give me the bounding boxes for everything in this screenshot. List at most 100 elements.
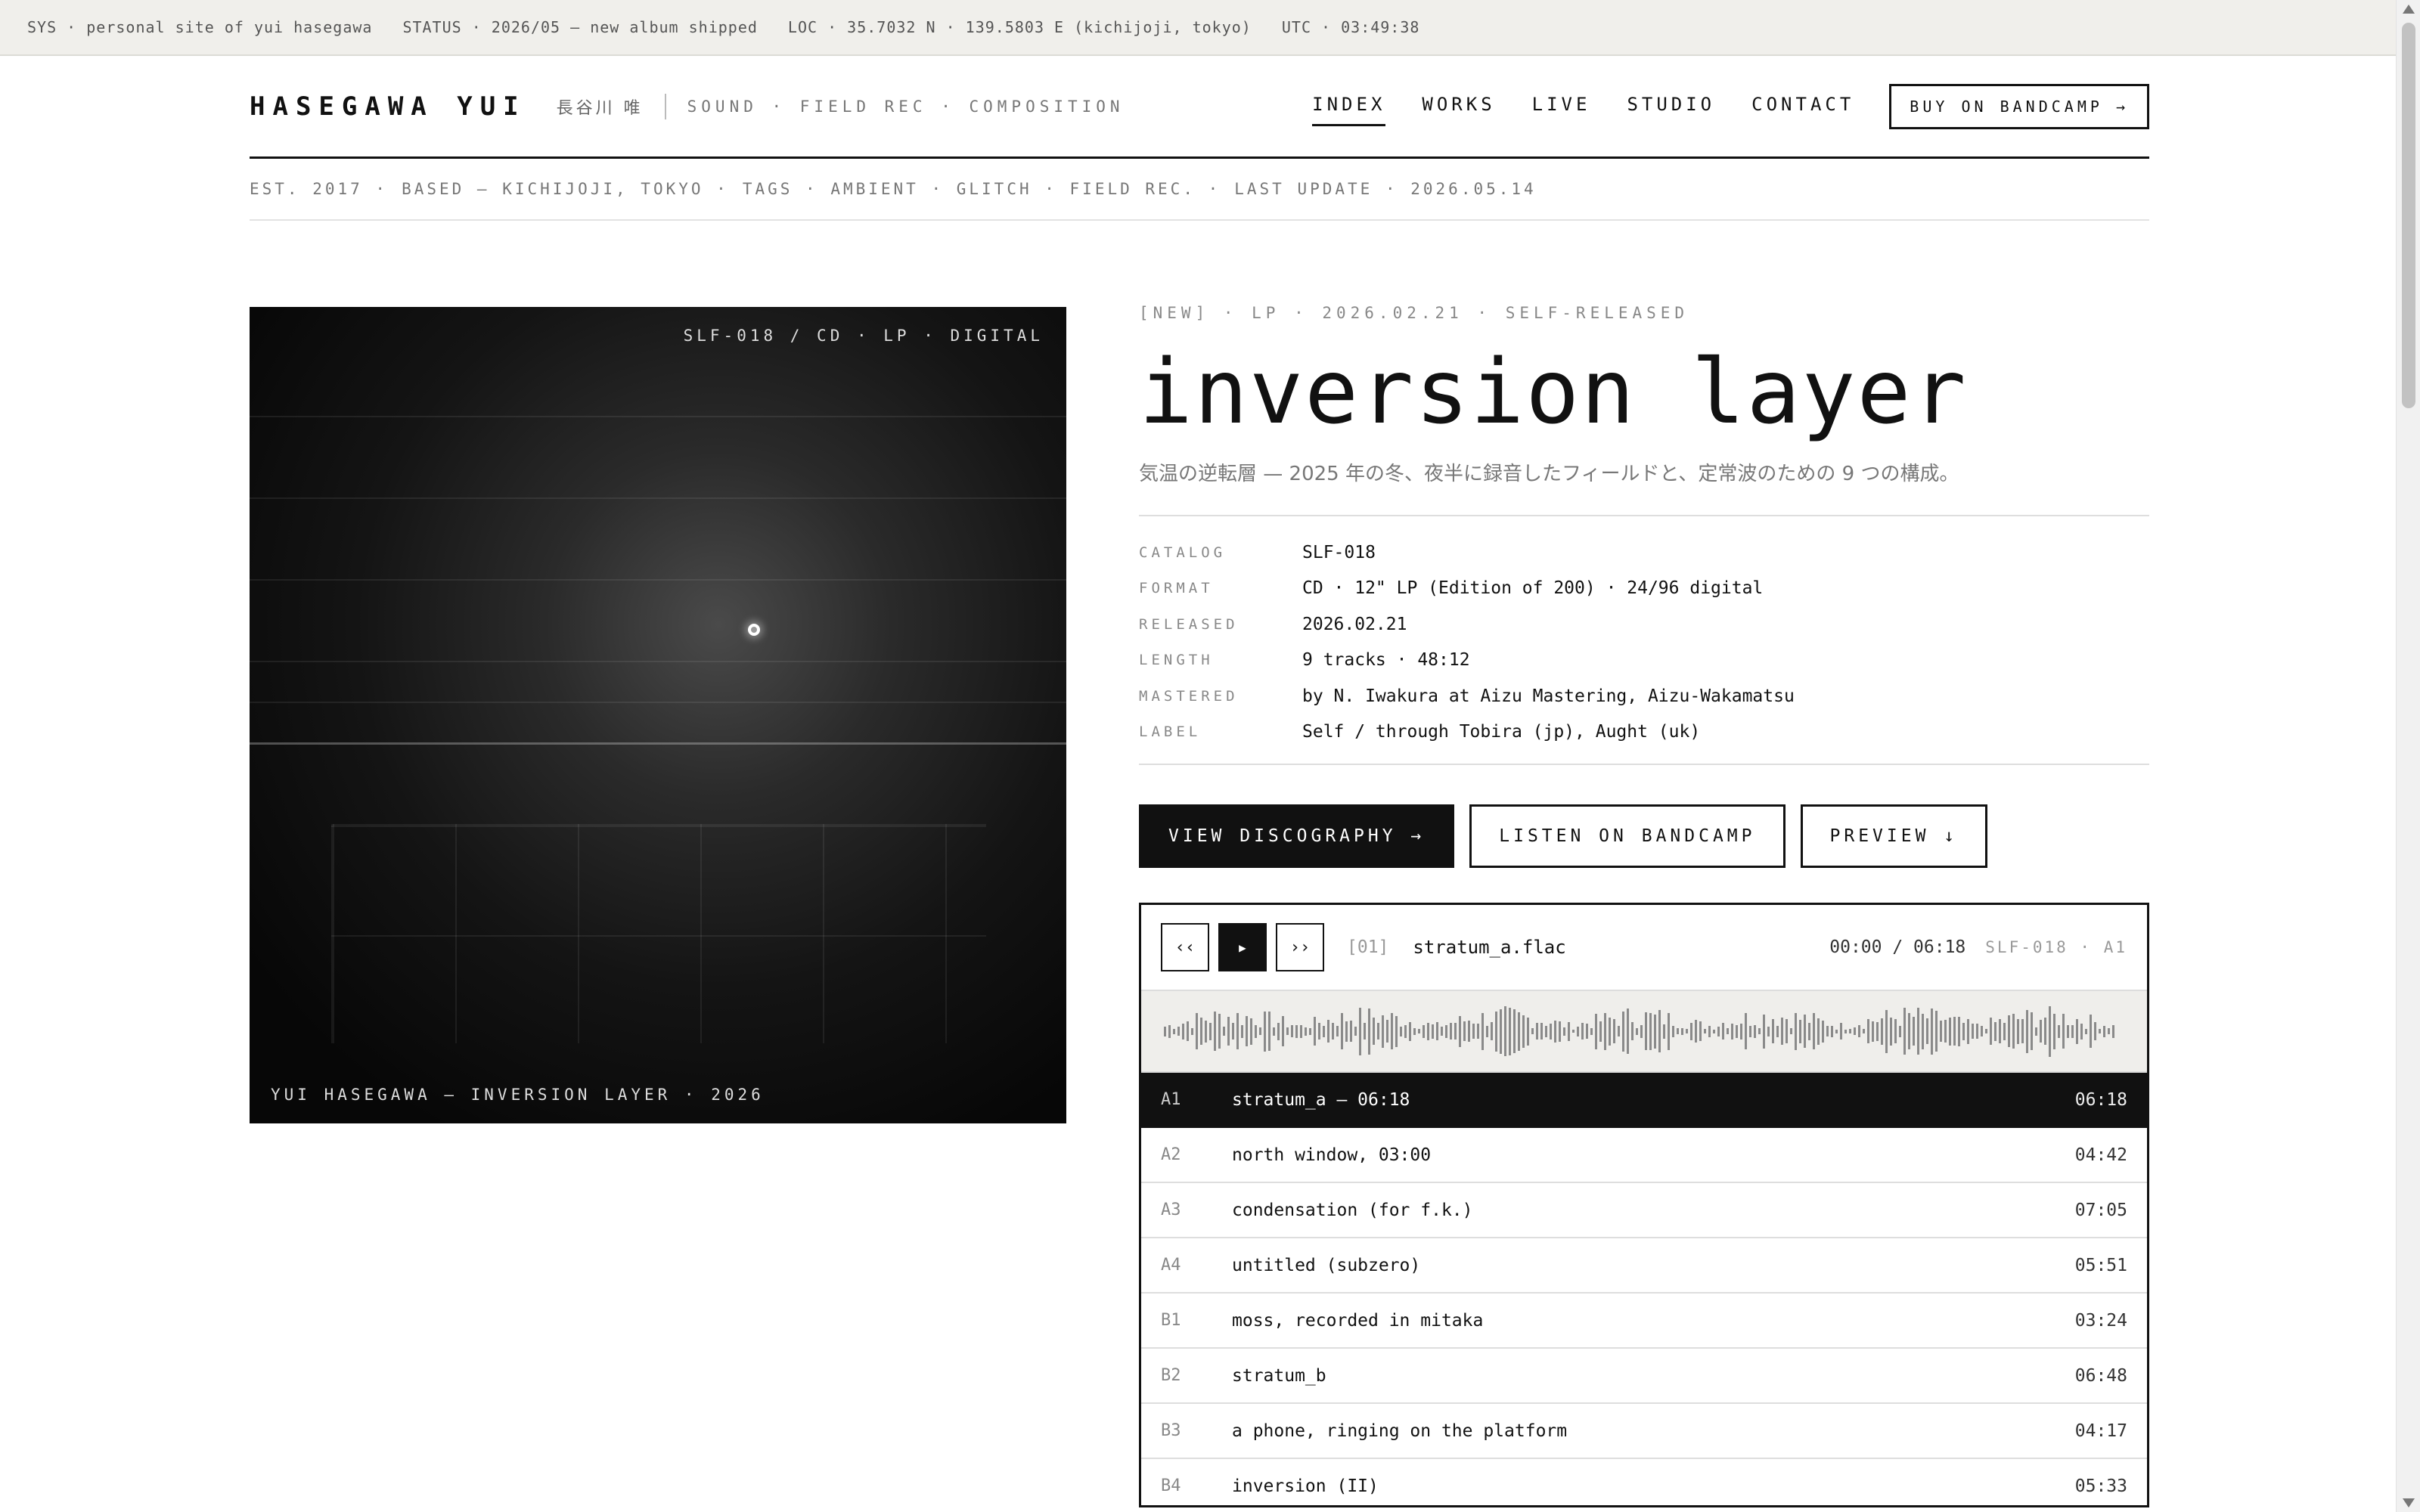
- waveform-bar: [1295, 1024, 1298, 1038]
- track-row[interactable]: B2 stratum_b 06:48: [1141, 1349, 2147, 1404]
- nav-works[interactable]: WORKS: [1422, 94, 1495, 126]
- waveform-bar: [1354, 1027, 1357, 1036]
- waveform-bar: [1922, 1013, 1924, 1049]
- view-discography-button[interactable]: VIEW DISCOGRAPHY →: [1139, 804, 1455, 868]
- waveform-bar: [1168, 1024, 1171, 1038]
- waveform-bar: [1590, 1027, 1593, 1035]
- nav-studio[interactable]: STUDIO: [1627, 94, 1715, 126]
- track-side: A1: [1161, 1090, 1181, 1109]
- waveform-bar: [1763, 1014, 1765, 1049]
- nav-index[interactable]: INDEX: [1312, 94, 1386, 126]
- waveform-bar: [1554, 1020, 1556, 1043]
- waveform-bar: [1572, 1030, 1575, 1033]
- waveform-bar: [1518, 1012, 1520, 1051]
- waveform-bar: [1654, 1014, 1656, 1049]
- divider: [1139, 515, 2149, 516]
- waveform-bar: [1999, 1019, 2001, 1043]
- track-row[interactable]: B3 a phone, ringing on the platform 04:1…: [1141, 1404, 2147, 1459]
- track-row[interactable]: B4 inversion (II) 05:33: [1141, 1459, 2147, 1505]
- track-name: condensation (for f.k.): [1232, 1200, 1473, 1220]
- waveform-bar: [1649, 1012, 1652, 1050]
- spec-value: SLF-018: [1302, 542, 1376, 562]
- next-track-icon[interactable]: ››: [1276, 923, 1324, 971]
- waveform-bar: [1754, 1024, 1756, 1038]
- waveform-bar: [1781, 1018, 1783, 1045]
- waveform-bar: [2035, 1027, 2037, 1036]
- waveform-bar: [1609, 1017, 1611, 1046]
- track-side: B2: [1161, 1366, 1181, 1385]
- scroll-up-arrow-icon[interactable]: [2403, 5, 2415, 14]
- track-row[interactable]: A1 stratum_a — 06:18 06:18: [1141, 1073, 2147, 1128]
- waveform-bar: [1677, 1028, 1679, 1034]
- waveform-bar: [1849, 1029, 1851, 1033]
- track-name: a phone, ringing on the platform: [1232, 1421, 1568, 1441]
- waveform-bar: [1881, 1018, 1883, 1045]
- brand-tagline: SOUND · FIELD REC · COMPOSITION: [687, 97, 1125, 116]
- waveform-bar: [1395, 1015, 1398, 1047]
- waveform-bar: [2076, 1018, 2078, 1044]
- waveform-bar: [1581, 1023, 1584, 1040]
- play-icon[interactable]: ▶: [1218, 923, 1267, 971]
- waveform-bar: [1404, 1024, 1407, 1038]
- waveform-bar: [1681, 1027, 1683, 1035]
- scrollbar-thumb[interactable]: [2402, 23, 2415, 408]
- track-duration: 06:18: [2074, 1089, 2127, 1110]
- waveform-bar: [1391, 1013, 1393, 1049]
- scroll-down-arrow-icon[interactable]: [2403, 1498, 2415, 1507]
- waveform-bar: [1817, 1018, 1820, 1045]
- waveform-bar: [1858, 1025, 1860, 1037]
- waveform-bar: [1513, 1009, 1516, 1053]
- waveform-bar: [1273, 1027, 1275, 1036]
- track-side: A3: [1161, 1201, 1181, 1219]
- listen-on-bandcamp-button[interactable]: LISTEN ON BANDCAMP: [1469, 804, 1786, 868]
- waveform-bar: [1708, 1025, 1711, 1037]
- waveform-bar: [1908, 1013, 1910, 1049]
- track-duration: 03:24: [2074, 1310, 2127, 1331]
- waveform-bar: [1327, 1020, 1329, 1043]
- track-row[interactable]: A3 condensation (for f.k.) 07:05: [1141, 1183, 2147, 1238]
- waveform-bar: [1636, 1027, 1638, 1035]
- spec-row-released: RELEASED 2026.02.21: [1139, 606, 2149, 643]
- release-subtitle: 気温の逆転層 — 2025 年の冬、夜半に録音したフィールドと、定常波のための …: [1139, 463, 1959, 485]
- preview-button[interactable]: PREVIEW ↓: [1800, 804, 1988, 868]
- waveform-bar: [1314, 1017, 1316, 1046]
- track-row[interactable]: B1 moss, recorded in mitaka 03:24: [1141, 1294, 2147, 1349]
- site-header: HASEGAWA YUI 長谷川 唯 SOUND · FIELD REC · C…: [250, 56, 2149, 159]
- waveform-bar: [1722, 1023, 1724, 1040]
- waveform-bar: [2003, 1022, 2006, 1040]
- waveform-bar: [2099, 1029, 2101, 1033]
- track-row[interactable]: A2 north window, 03:00 04:42: [1141, 1128, 2147, 1183]
- waveform-bar: [1345, 1021, 1348, 1042]
- track-side: B1: [1161, 1311, 1181, 1330]
- waveform-bar: [1776, 1025, 1779, 1037]
- page-scrollbar[interactable]: [2396, 0, 2420, 1512]
- waveform-bar: [1944, 1020, 1947, 1043]
- waveform-bar: [1953, 1017, 1956, 1046]
- waveform-bar: [2090, 1015, 2092, 1048]
- cover-grid: [331, 824, 986, 1043]
- buy-on-bandcamp-button[interactable]: BUY ON BANDCAMP →: [1889, 83, 2149, 129]
- waveform-bar: [2040, 1020, 2042, 1043]
- waveform-bar: [1318, 1023, 1320, 1040]
- spec-row-length: LENGTH 9 tracks · 48:12: [1139, 643, 2149, 679]
- waveform-bar: [1958, 1016, 1960, 1046]
- site-brand[interactable]: HASEGAWA YUI: [250, 91, 526, 122]
- waveform-bar: [1223, 1027, 1225, 1036]
- waveform-bar: [1531, 1028, 1534, 1034]
- waveform-bar: [1264, 1011, 1266, 1052]
- track-duration: 06:48: [2074, 1365, 2127, 1386]
- spec-key: FORMAT: [1139, 580, 1214, 597]
- waveform-scrubber[interactable]: [1141, 991, 2147, 1073]
- waveform-bar: [1767, 1026, 1770, 1036]
- waveform-bar: [1758, 1028, 1761, 1034]
- nav-contact[interactable]: CONTACT: [1751, 94, 1854, 126]
- system-status-bar: SYS · personal site of yui hasegawa STAT…: [0, 0, 2396, 56]
- waveform-bar: [1890, 1017, 1892, 1046]
- waveform-bar: [1286, 1027, 1289, 1035]
- waveform-bar: [1917, 1008, 1919, 1055]
- waveform-bar: [1177, 1027, 1180, 1036]
- nav-live[interactable]: LIVE: [1532, 94, 1591, 126]
- spec-key: RELEASED: [1139, 615, 1239, 633]
- previous-track-icon[interactable]: ‹‹: [1161, 923, 1209, 971]
- track-row[interactable]: A4 untitled (subzero) 05:51: [1141, 1238, 2147, 1294]
